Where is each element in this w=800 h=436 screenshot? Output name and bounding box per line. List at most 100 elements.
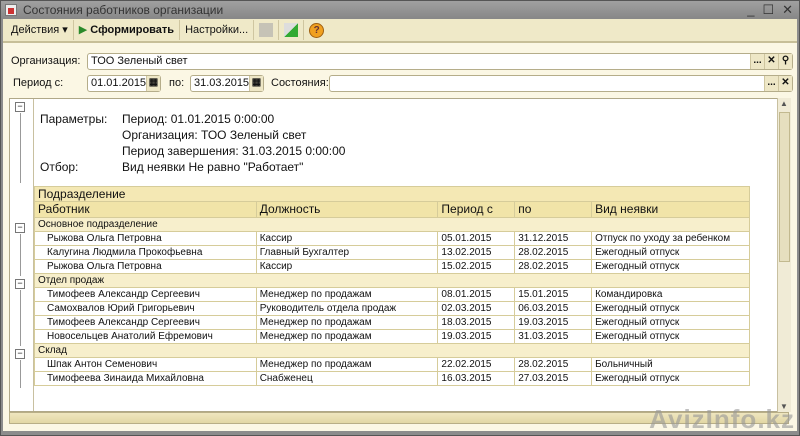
table-row[interactable]: Шпак Антон Семенович Менеджер по продажам… bbox=[34, 357, 750, 372]
employee-cell: Новосельцев Анатолий Ефремович bbox=[34, 329, 257, 344]
position-cell: Менеджер по продажам bbox=[255, 329, 439, 344]
to-cell: 19.03.2015 bbox=[514, 315, 593, 330]
table-row[interactable]: Тимофеев Александр Сергеевич Менеджер по … bbox=[34, 287, 750, 302]
employee-cell: Рыжова Ольга Петровна bbox=[34, 259, 257, 274]
watermark: AvizInfo.kz bbox=[649, 404, 795, 434]
employee-cell: Шпак Антон Семенович bbox=[34, 357, 257, 372]
to-cell: 31.03.2015 bbox=[514, 329, 593, 344]
close-button[interactable]: ✕ bbox=[782, 1, 793, 19]
report-parameters: Параметры: Период: 01.01.2015 0:00:00 Орг… bbox=[40, 111, 345, 175]
from-cell: 05.01.2015 bbox=[437, 231, 516, 246]
calendar-icon[interactable]: ▦ bbox=[146, 76, 160, 91]
actions-menu[interactable]: Действия ▾ bbox=[6, 20, 74, 40]
org-label: Организация: bbox=[11, 55, 81, 67]
group-line bbox=[20, 360, 21, 388]
position-cell: Снабженец bbox=[255, 371, 439, 386]
period-to-field[interactable]: 31.03.2015 ▦ bbox=[190, 75, 264, 92]
to-cell: 27.03.2015 bbox=[514, 371, 593, 386]
from-cell: 16.03.2015 bbox=[437, 371, 516, 386]
employee-cell: Тимофеев Александр Сергеевич bbox=[34, 287, 257, 302]
from-cell: 18.03.2015 bbox=[437, 315, 516, 330]
grouping-gutter: − − − − bbox=[10, 99, 34, 411]
type-cell: Ежегодный отпуск bbox=[591, 259, 750, 274]
scroll-up-icon[interactable]: ▲ bbox=[780, 99, 788, 108]
table-row[interactable]: Рыжова Ольга Петровна Кассир 15.02.2015 28.… bbox=[34, 259, 750, 274]
save-variant-button[interactable] bbox=[254, 20, 280, 40]
position-cell: Менеджер по продажам bbox=[255, 357, 439, 372]
collapse-group-icon[interactable]: − bbox=[15, 223, 25, 233]
from-cell: 22.02.2015 bbox=[437, 357, 516, 372]
collapse-params-icon[interactable]: − bbox=[15, 102, 25, 112]
type-cell: Ежегодный отпуск bbox=[591, 301, 750, 316]
table-row[interactable]: Самохвалов Юрий Григорьевич Руководитель … bbox=[34, 301, 750, 316]
employee-cell: Рыжова Ольга Петровна bbox=[34, 231, 257, 246]
clear-states-button[interactable]: ✕ bbox=[778, 76, 792, 91]
from-cell: 15.02.2015 bbox=[437, 259, 516, 274]
help-button[interactable]: ? bbox=[304, 20, 329, 40]
states-field[interactable]: ... ✕ bbox=[329, 75, 793, 92]
employee-cell: Тимофеев Александр Сергеевич bbox=[34, 315, 257, 330]
maximize-button[interactable]: ☐ bbox=[762, 1, 774, 19]
calendar-icon[interactable]: ▦ bbox=[249, 76, 263, 91]
help-icon: ? bbox=[309, 22, 325, 38]
table-row[interactable]: Тимофеева Зинаида Михайловна Снабженец 16.… bbox=[34, 371, 750, 386]
group-row[interactable]: Склад bbox=[34, 343, 750, 358]
type-cell: Ежегодный отпуск bbox=[591, 245, 750, 260]
toolbar: Действия ▾ ▶ Сформировать Настройки... ? bbox=[3, 19, 797, 43]
chevron-down-icon: ▾ bbox=[62, 24, 68, 36]
group-row[interactable]: Основное подразделение bbox=[34, 217, 750, 232]
to-cell: 15.01.2015 bbox=[514, 287, 593, 302]
type-cell: Командировка bbox=[591, 287, 750, 302]
minimize-button[interactable]: _ bbox=[747, 1, 754, 19]
settings-button[interactable]: Настройки... bbox=[180, 20, 255, 40]
vertical-scrollbar[interactable]: ▲ ▼ bbox=[777, 98, 791, 412]
header-from: Период с bbox=[437, 201, 516, 218]
period-from-field[interactable]: 01.01.2015 ▦ bbox=[87, 75, 161, 92]
to-cell: 28.02.2015 bbox=[514, 259, 593, 274]
filter-label: Отбор: bbox=[40, 160, 79, 174]
from-cell: 08.01.2015 bbox=[437, 287, 516, 302]
load-variant-icon bbox=[284, 23, 299, 38]
type-cell: Отпуск по уходу за ребенком bbox=[591, 231, 750, 246]
clear-org-button[interactable]: ✕ bbox=[764, 54, 778, 69]
table-row[interactable]: Новосельцев Анатолий Ефремович Менеджер п… bbox=[34, 329, 750, 344]
table-row[interactable]: Тимофеев Александр Сергеевич Менеджер по … bbox=[34, 315, 750, 330]
load-variant-button[interactable] bbox=[279, 20, 305, 40]
table-row[interactable]: Калугина Людмила Прокофьевна Главный Бухг… bbox=[34, 245, 750, 260]
from-cell: 13.02.2015 bbox=[437, 245, 516, 260]
to-cell: 31.12.2015 bbox=[514, 231, 593, 246]
period-from-label: Период с: bbox=[13, 77, 64, 89]
table-row[interactable]: Рыжова Ольга Петровна Кассир 05.01.2015 31.… bbox=[34, 231, 750, 246]
header-employee: Работник bbox=[34, 201, 257, 218]
employee-cell: Тимофеева Зинаида Михайловна bbox=[34, 371, 257, 386]
group-name: Отдел продаж bbox=[34, 273, 750, 288]
generate-button[interactable]: ▶ Сформировать bbox=[74, 20, 181, 40]
collapse-group-icon[interactable]: − bbox=[15, 279, 25, 289]
scroll-thumb[interactable] bbox=[779, 112, 790, 262]
generate-label: Сформировать bbox=[90, 24, 175, 36]
from-cell: 02.03.2015 bbox=[437, 301, 516, 316]
type-cell: Ежегодный отпуск bbox=[591, 315, 750, 330]
states-label: Состояния: bbox=[271, 77, 329, 89]
select-org-button[interactable]: ... bbox=[750, 54, 764, 69]
save-variant-icon bbox=[259, 23, 274, 38]
title-bar: Состояния работников организации _ ☐ ✕ bbox=[1, 1, 799, 19]
org-value: ТОО Зеленый свет bbox=[91, 55, 188, 67]
group-line bbox=[20, 113, 21, 183]
type-cell: Больничный bbox=[591, 357, 750, 372]
actions-label: Действия bbox=[11, 24, 60, 36]
to-cell: 28.02.2015 bbox=[514, 357, 593, 372]
collapse-group-icon[interactable]: − bbox=[15, 349, 25, 359]
param-period-end: Период завершения: 31.03.2015 0:00:00 bbox=[122, 144, 346, 158]
position-cell: Кассир bbox=[255, 231, 439, 246]
position-cell: Главный Бухгалтер bbox=[255, 245, 439, 260]
group-row[interactable]: Отдел продаж bbox=[34, 273, 750, 288]
select-states-button[interactable]: ... bbox=[764, 76, 778, 91]
window-title: Состояния работников организации bbox=[23, 3, 224, 17]
param-org: Организация: ТОО Зеленый свет bbox=[122, 128, 307, 142]
org-field[interactable]: ТОО Зеленый свет ... ✕ ⚲ bbox=[87, 53, 793, 70]
period-to-value: 31.03.2015 bbox=[194, 77, 250, 89]
to-cell: 06.03.2015 bbox=[514, 301, 593, 316]
search-icon[interactable]: ⚲ bbox=[778, 54, 792, 69]
to-cell: 28.02.2015 bbox=[514, 245, 593, 260]
